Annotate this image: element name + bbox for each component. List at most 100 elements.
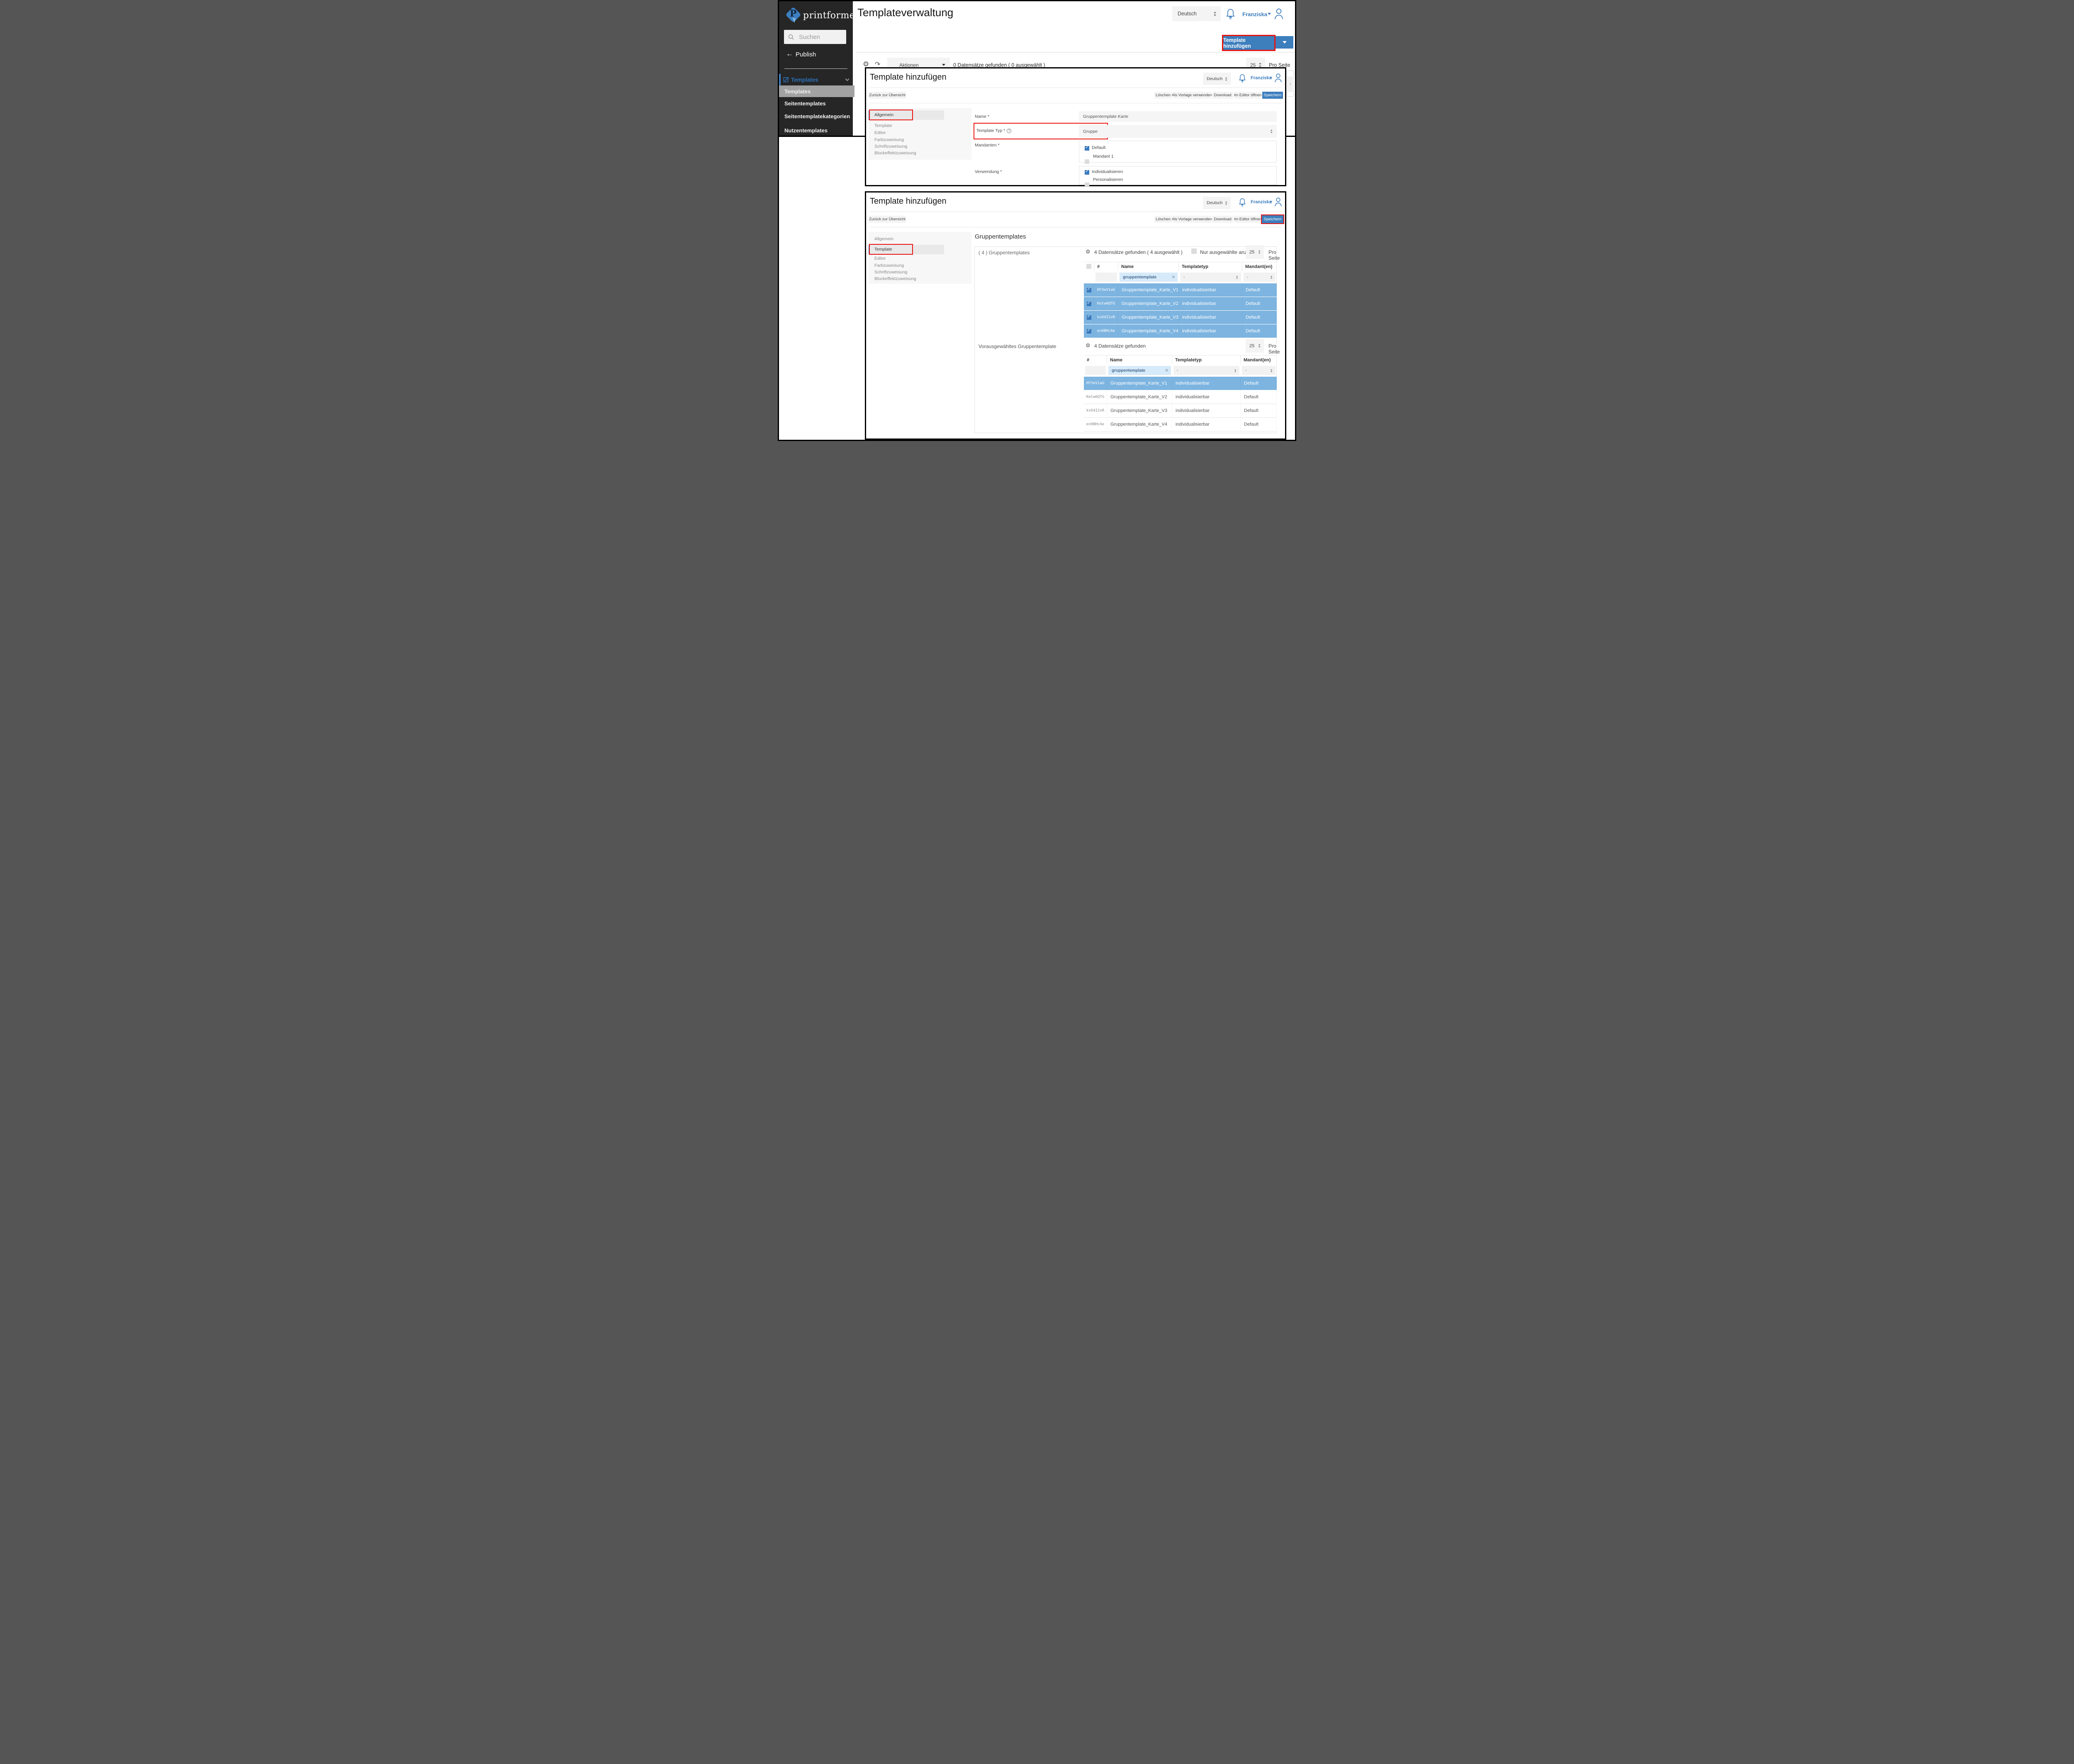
only-selected-checkbox[interactable] — [1191, 249, 1197, 254]
row-client: Default — [1242, 288, 1260, 292]
sidebar-group-templates[interactable]: Templates — [779, 74, 853, 85]
type-filter-select[interactable]: - — [1180, 273, 1241, 282]
page-size-value: 25 — [1249, 250, 1254, 255]
save-button[interactable]: Speichern — [1262, 92, 1283, 99]
clear-filter-icon[interactable]: ✕ — [1172, 275, 1175, 280]
id-filter[interactable] — [1085, 366, 1106, 375]
back-arrow-icon[interactable]: ← — [786, 50, 793, 58]
row-type: individualisierbar — [1172, 422, 1210, 427]
user-avatar-icon[interactable] — [1274, 197, 1283, 207]
sidebar-item-publish[interactable]: Publish — [796, 51, 816, 58]
language-select[interactable]: Deutsch — [1203, 73, 1231, 85]
client-filter-select[interactable]: - — [1242, 366, 1276, 375]
back-to-overview-button[interactable]: Zurück zur Übersicht — [869, 92, 906, 99]
sidebar-search[interactable] — [784, 30, 846, 44]
type-filter-select[interactable]: - — [1173, 366, 1239, 375]
table-row[interactable]: Ketw6QTG Gruppentemplate_Karte_V2 indivi… — [1084, 390, 1277, 404]
nav-item-editor[interactable]: Editor — [874, 130, 886, 135]
col-id[interactable]: # — [1094, 262, 1118, 271]
col-type[interactable]: Templatetyp — [1179, 262, 1242, 271]
nav-item-editor[interactable]: Editor — [874, 256, 886, 261]
page-size-select[interactable]: 25 — [1246, 339, 1264, 353]
checkbox-mandant1[interactable] — [1085, 159, 1089, 164]
clear-filter-icon[interactable]: ✕ — [1165, 368, 1168, 373]
table-row[interactable]: HY3eV1aU Gruppentemplate_Karte_V1 indivi… — [1084, 377, 1277, 390]
nav-item-schriftzuweisung[interactable]: Schriftzuweisung — [874, 270, 907, 275]
checkbox-individualisieren[interactable] — [1085, 170, 1089, 175]
nav-item-allgemein[interactable]: Allgemein — [874, 112, 893, 117]
language-select[interactable]: Deutsch — [1203, 197, 1231, 209]
table-row[interactable]: HY3eV1aU Gruppentemplate_Karte_V1 indivi… — [1084, 283, 1277, 297]
user-avatar-icon[interactable] — [1274, 73, 1283, 83]
sidebar-item-seitentemplates[interactable]: Seitentemplates — [784, 100, 826, 107]
nav-item-farbzuweisung[interactable]: Farbzuweisung — [874, 263, 904, 268]
nav-item-farbzuweisung[interactable]: Farbzuweisung — [874, 137, 904, 142]
table-row[interactable]: kvO4I2vR Gruppentemplate_Karte_V3 indivi… — [1084, 404, 1277, 418]
help-icon[interactable]: ? — [1007, 129, 1011, 133]
col-id[interactable]: # — [1084, 356, 1107, 364]
checkbox-default[interactable] — [1085, 146, 1089, 151]
sidebar-item-templates[interactable]: Templates — [779, 85, 854, 97]
row-checkbox[interactable] — [1087, 302, 1091, 306]
bell-icon[interactable] — [1226, 8, 1235, 19]
row-checkbox[interactable] — [1087, 288, 1091, 292]
sidebar-group-label: Templates — [791, 77, 818, 83]
user-menu[interactable]: Franziska — [1251, 76, 1272, 80]
table-row[interactable]: en9BHcAe Gruppentemplate_Karte_V4 indivi… — [1084, 324, 1277, 338]
table-row[interactable]: Ketw6QTG Gruppentemplate_Karte_V2 indivi… — [1084, 297, 1277, 311]
delete-button[interactable]: Löschen — [1154, 92, 1172, 99]
nav-item-schriftzuweisung[interactable]: Schriftzuweisung — [874, 144, 907, 149]
col-client[interactable]: Mandant(en) — [1241, 356, 1277, 364]
open-in-editor-button[interactable]: Im Editor öffnen — [1234, 216, 1261, 223]
col-name[interactable]: Name — [1118, 262, 1179, 271]
name-input[interactable]: Gruppentemplate Karte — [1079, 111, 1277, 122]
download-button[interactable]: Download — [1212, 216, 1233, 223]
page-size-select[interactable]: 25 — [1246, 245, 1264, 259]
id-filter[interactable] — [1095, 273, 1117, 282]
sidebar-item-nutzentemplates[interactable]: Nutzentemplates — [784, 127, 828, 134]
select-all-checkbox[interactable] — [1086, 264, 1091, 269]
use-as-template-button[interactable]: Als Vorlage verwenden — [1173, 216, 1211, 223]
select-arrows-icon — [1259, 344, 1261, 348]
search-input[interactable] — [798, 33, 840, 41]
gear-icon[interactable]: ⚙ — [1086, 249, 1091, 255]
delete-button[interactable]: Löschen — [1154, 216, 1172, 223]
checkbox-personalisieren[interactable] — [1085, 183, 1089, 187]
language-value: Deutsch — [1207, 200, 1223, 205]
row-checkbox[interactable] — [1087, 329, 1091, 334]
user-caret-icon[interactable] — [1270, 77, 1273, 78]
bell-icon[interactable] — [1239, 197, 1246, 207]
user-caret-icon[interactable] — [1270, 201, 1273, 202]
user-avatar-icon[interactable] — [1273, 7, 1284, 20]
collapse-icon[interactable]: ‹ — [1287, 76, 1294, 92]
use-as-template-button[interactable]: Als Vorlage verwenden — [1173, 92, 1211, 99]
language-select[interactable]: Deutsch — [1172, 6, 1221, 21]
row-checkbox[interactable] — [1087, 315, 1091, 320]
template-typ-select[interactable]: Gruppe — [1079, 125, 1277, 138]
user-menu[interactable]: Franziska — [1251, 200, 1272, 205]
add-template-dropdown-button[interactable] — [1276, 36, 1293, 49]
user-caret-icon[interactable] — [1268, 13, 1271, 15]
table-row[interactable]: kvO4I2vR Gruppentemplate_Karte_V3 indivi… — [1084, 311, 1277, 324]
col-type[interactable]: Templatetyp — [1172, 356, 1241, 364]
name-filter-input[interactable]: gruppentemplate ✕ — [1120, 273, 1178, 282]
add-template-button[interactable]: Template hinzufügen — [1223, 36, 1274, 50]
nav-item-template[interactable]: Template — [874, 247, 892, 252]
name-filter-input[interactable]: gruppentemplate ✕ — [1108, 366, 1171, 375]
bell-icon[interactable] — [1239, 73, 1246, 83]
nav-item-allgemein[interactable]: Allgemein — [874, 236, 893, 241]
open-in-editor-button[interactable]: Im Editor öffnen — [1234, 92, 1261, 99]
download-button[interactable]: Download — [1212, 92, 1233, 99]
nav-item-blockeffektzuweisung[interactable]: Blockeffektzuweisung — [874, 276, 916, 281]
col-name[interactable]: Name — [1107, 356, 1172, 364]
save-button[interactable]: Speichern — [1262, 215, 1283, 223]
gear-icon[interactable]: ⚙ — [1086, 342, 1091, 349]
user-menu[interactable]: Franziska — [1242, 11, 1267, 17]
nav-item-template[interactable]: Template — [874, 123, 892, 128]
back-to-overview-button[interactable]: Zurück zur Übersicht — [869, 216, 906, 223]
client-filter-select[interactable]: - — [1244, 273, 1276, 282]
sidebar-item-seitentemplatekategorien[interactable]: Seitentemplatekategorien — [784, 113, 850, 119]
col-client[interactable]: Mandant(en) — [1242, 262, 1277, 271]
table-row[interactable]: en9BHcAe Gruppentemplate_Karte_V4 indivi… — [1084, 418, 1277, 431]
nav-item-blockeffektzuweisung[interactable]: Blockeffektzuweisung — [874, 151, 916, 156]
